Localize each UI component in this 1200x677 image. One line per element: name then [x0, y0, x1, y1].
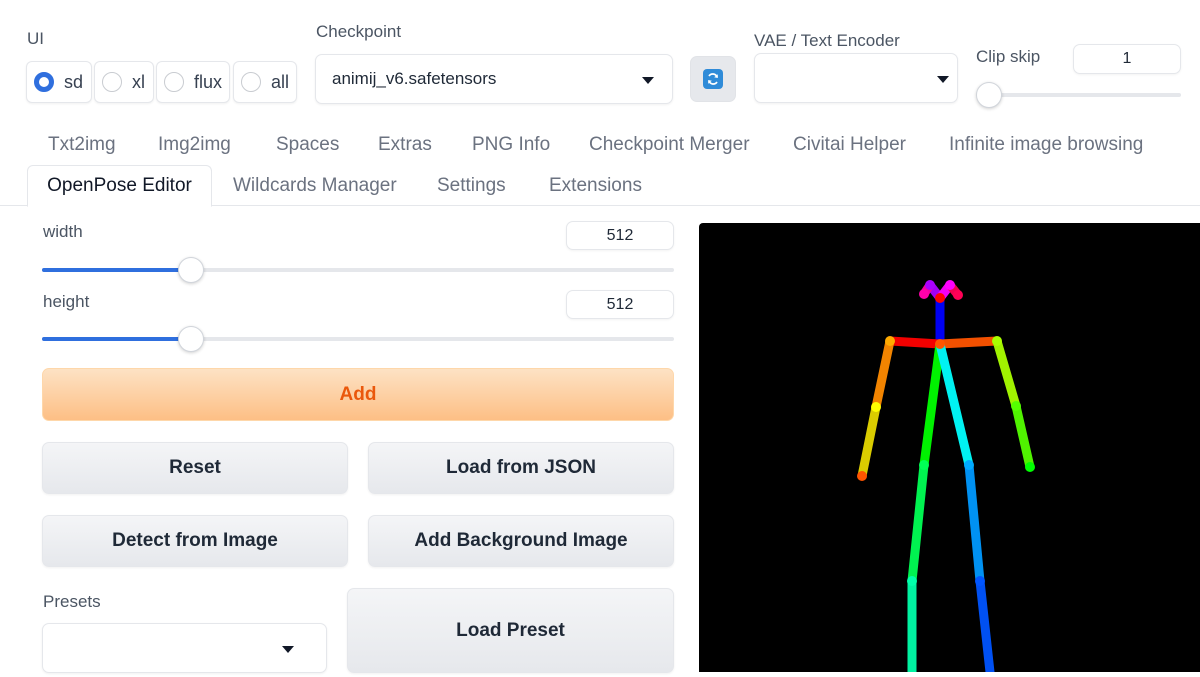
refresh-icon — [703, 69, 723, 89]
width-slider-track[interactable] — [42, 268, 674, 272]
vae-label: VAE / Text Encoder — [754, 31, 900, 50]
tab-img2img[interactable]: Img2img — [158, 134, 231, 156]
radio-unchecked-icon — [102, 72, 122, 92]
tab-extras[interactable]: Extras — [378, 134, 432, 156]
chevron-down-icon — [282, 646, 294, 653]
radio-all[interactable]: all — [233, 61, 297, 103]
clip-skip-label: Clip skip — [976, 47, 1041, 66]
height-input[interactable]: 512 — [566, 290, 674, 319]
chevron-down-icon — [642, 77, 654, 84]
width-input[interactable]: 512 — [566, 221, 674, 250]
tab-wildcards-manager[interactable]: Wildcards Manager — [233, 175, 397, 197]
height-slider-thumb[interactable] — [178, 326, 204, 352]
radio-flux-label: flux — [194, 71, 223, 92]
openpose-canvas[interactable] — [699, 223, 1200, 677]
tab-civitai-helper[interactable]: Civitai Helper — [793, 134, 906, 156]
clip-skip-slider-thumb[interactable] — [976, 82, 1002, 108]
radio-unchecked-icon — [164, 72, 184, 92]
pose-skeleton — [857, 280, 1035, 677]
height-slider-fill — [42, 337, 191, 341]
tab-png-info[interactable]: PNG Info — [472, 134, 550, 156]
checkpoint-label: Checkpoint — [316, 22, 402, 41]
height-slider-track[interactable] — [42, 337, 674, 341]
radio-all-label: all — [271, 71, 290, 92]
clip-skip-slider-track[interactable] — [976, 93, 1181, 97]
radio-unchecked-icon — [241, 72, 261, 92]
presets-select[interactable] — [42, 623, 327, 673]
radio-checked-icon — [34, 72, 54, 92]
width-label: width — [43, 222, 83, 241]
checkpoint-select[interactable]: animij_v6.safetensors — [315, 54, 673, 104]
chevron-down-icon — [937, 76, 949, 83]
tab-infinite-image-browsing[interactable]: Infinite image browsing — [949, 134, 1143, 156]
tab-settings[interactable]: Settings — [437, 175, 506, 197]
radio-sd[interactable]: sd — [26, 61, 92, 103]
tab-extensions[interactable]: Extensions — [549, 175, 642, 197]
checkpoint-value: animij_v6.safetensors — [332, 69, 497, 88]
radio-flux[interactable]: flux — [156, 61, 230, 103]
width-slider-thumb[interactable] — [178, 257, 204, 283]
tab-txt2img[interactable]: Txt2img — [48, 134, 116, 156]
ui-label: UI — [27, 29, 44, 48]
detect-from-image-button[interactable]: Detect from Image — [42, 515, 348, 567]
reset-button[interactable]: Reset — [42, 442, 348, 494]
vae-select[interactable] — [754, 53, 958, 103]
tab-checkpoint-merger[interactable]: Checkpoint Merger — [589, 134, 750, 156]
clip-skip-input[interactable]: 1 — [1073, 44, 1181, 74]
load-preset-button[interactable]: Load Preset — [347, 588, 674, 673]
width-slider-fill — [42, 268, 191, 272]
presets-label: Presets — [43, 592, 101, 611]
radio-xl[interactable]: xl — [94, 61, 154, 103]
tab-spaces[interactable]: Spaces — [276, 134, 339, 156]
tab-openpose-editor[interactable]: OpenPose Editor — [27, 165, 212, 207]
radio-sd-label: sd — [64, 71, 84, 92]
add-background-image-button[interactable]: Add Background Image — [368, 515, 674, 567]
add-button[interactable]: Add — [42, 368, 674, 421]
refresh-checkpoint-button[interactable] — [690, 56, 736, 102]
load-from-json-button[interactable]: Load from JSON — [368, 442, 674, 494]
height-label: height — [43, 292, 90, 311]
radio-xl-label: xl — [132, 71, 145, 92]
